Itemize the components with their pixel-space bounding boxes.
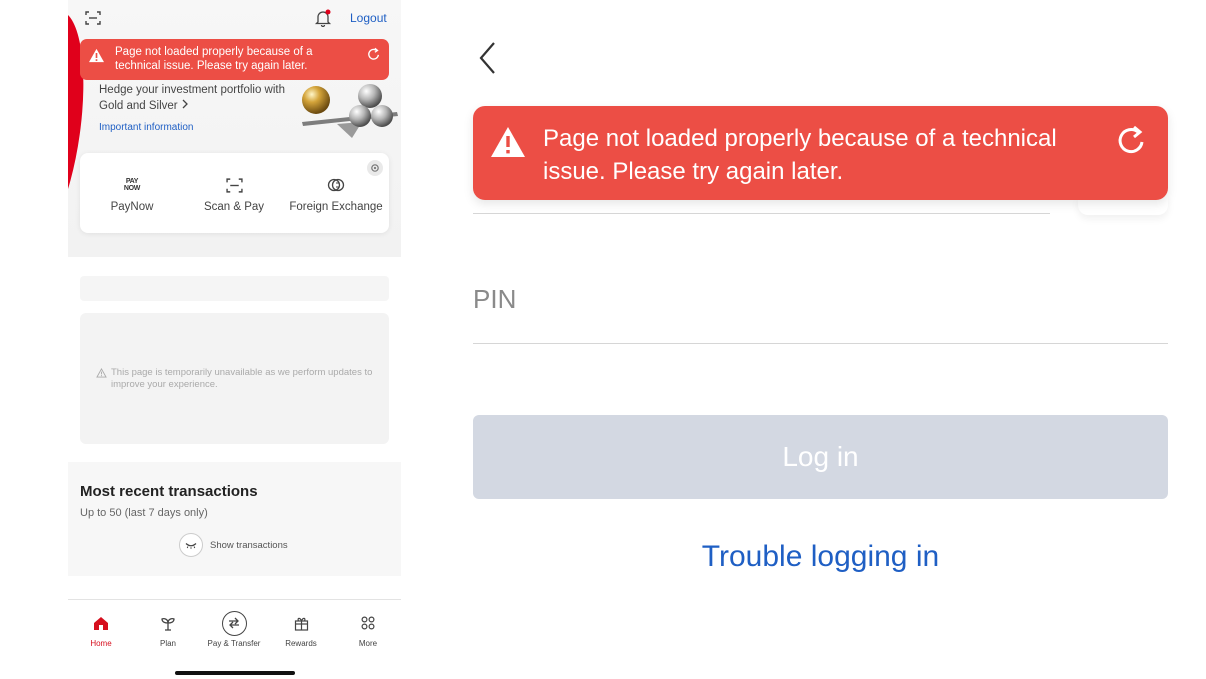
reload-icon[interactable] <box>367 47 381 61</box>
quick-action-paynow[interactable]: PAY NOW PayNow <box>82 175 182 213</box>
warning-icon <box>491 127 525 157</box>
recent-transactions-section: Most recent transactions Up to 50 (last … <box>68 462 401 576</box>
quick-action-label: Scan & Pay <box>203 201 265 213</box>
error-banner-large: Page not loaded properly because of a te… <box>473 106 1168 200</box>
plant-icon <box>135 612 201 634</box>
grid-icon <box>335 612 401 634</box>
show-transactions-label: Show transactions <box>210 539 288 551</box>
recent-transactions-title: Most recent transactions <box>80 483 258 500</box>
login-button[interactable]: Log in <box>473 415 1168 499</box>
promo-line2: Gold and Silver <box>99 100 178 113</box>
quick-action-label: Foreign Exchange <box>289 201 383 213</box>
promo-text[interactable]: Hedge your investment portfolio with Gol… <box>99 82 285 114</box>
left-phone-screen: Logout Page not loaded properly because … <box>68 0 401 679</box>
username-field-underline[interactable] <box>473 213 1050 214</box>
scan-icon[interactable] <box>82 8 104 28</box>
tab-rewards[interactable]: Rewards <box>268 612 334 648</box>
transfer-icon <box>201 610 267 636</box>
quick-action-scan-pay[interactable]: Scan & Pay <box>184 175 284 213</box>
gold-silver-balls-image <box>302 84 398 138</box>
unavailable-message: This page is temporarily unavailable as … <box>111 367 373 390</box>
pin-input[interactable] <box>473 343 1168 344</box>
important-information-link[interactable]: Important information <box>99 122 194 133</box>
chevron-left-icon <box>479 42 495 74</box>
chevron-right-icon <box>182 98 189 114</box>
gift-icon <box>268 612 334 634</box>
error-message: Page not loaded properly because of a te… <box>543 125 1057 185</box>
error-message: Page not loaded properly because of a te… <box>115 46 313 72</box>
reload-icon[interactable] <box>1116 124 1148 156</box>
tab-label: More <box>358 639 378 648</box>
home-icon <box>68 612 134 634</box>
recent-transactions-subtitle: Up to 50 (last 7 days only) <box>80 507 208 519</box>
scan-icon <box>184 175 284 195</box>
pin-field-label: PIN <box>473 284 517 314</box>
tab-pay-transfer[interactable]: Pay & Transfer <box>201 610 267 648</box>
warning-icon <box>96 368 107 378</box>
logout-link[interactable]: Logout <box>350 11 387 25</box>
quick-actions-card: PAY NOW PayNow Scan & Pay Foreign Exchang… <box>80 153 389 233</box>
tab-more[interactable]: More <box>335 612 401 648</box>
promo-line1: Hedge your investment portfolio with <box>99 84 286 96</box>
tab-label: Pay & Transfer <box>207 639 261 648</box>
eye-closed-icon <box>179 533 203 557</box>
tab-plan[interactable]: Plan <box>135 612 201 648</box>
tab-label: Home <box>90 639 112 648</box>
paynow-icon: PAY NOW <box>123 178 141 192</box>
tab-label: Rewards <box>285 639 317 648</box>
tab-label: Plan <box>159 639 176 648</box>
warning-icon <box>89 48 104 63</box>
bell-icon[interactable] <box>312 8 334 28</box>
home-indicator <box>175 671 295 675</box>
quick-action-label: PayNow <box>110 201 154 213</box>
fx-icon <box>286 175 386 195</box>
unavailable-panel: This page is temporarily unavailable as … <box>80 313 389 444</box>
gear-icon[interactable] <box>367 160 383 176</box>
loading-placeholder <box>80 276 389 301</box>
home-hero: Logout Page not loaded properly because … <box>68 0 401 257</box>
show-transactions-button[interactable]: Show transactions <box>179 533 288 557</box>
trouble-logging-in-link[interactable]: Trouble logging in <box>473 540 1168 574</box>
bottom-tab-bar: Home Plan Pay & Transfer Rewards More <box>68 599 401 679</box>
quick-action-foreign-exchange[interactable]: Foreign Exchange <box>286 175 386 213</box>
back-button[interactable] <box>478 41 498 75</box>
error-banner: Page not loaded properly because of a te… <box>80 39 389 80</box>
tab-home[interactable]: Home <box>68 612 134 648</box>
